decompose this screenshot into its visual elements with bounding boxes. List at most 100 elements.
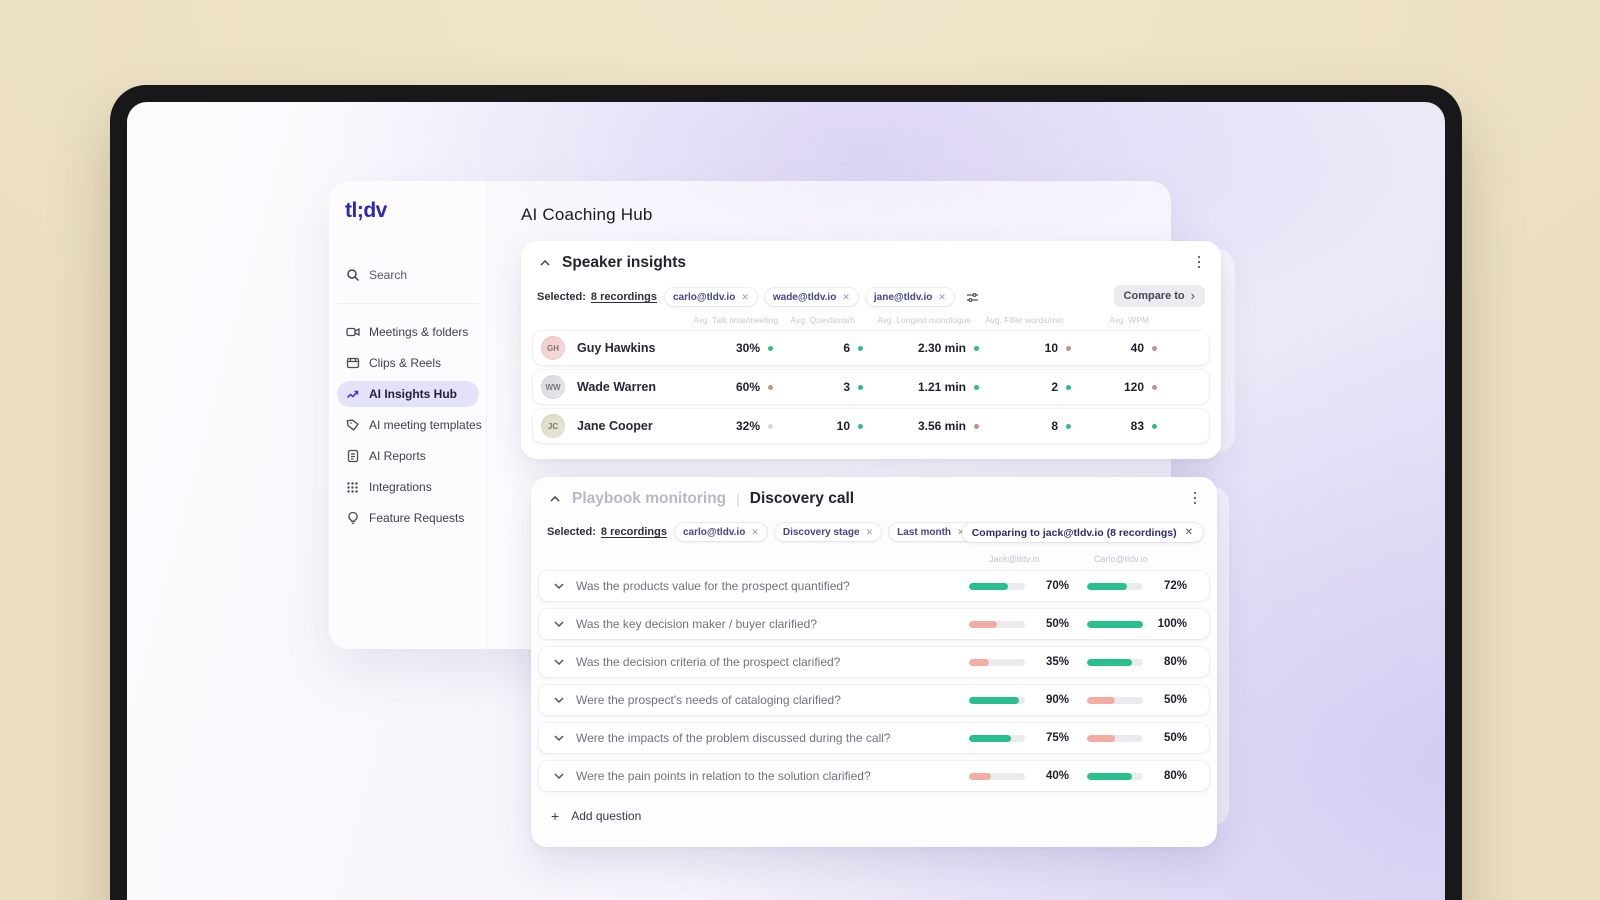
status-dot	[768, 423, 773, 429]
percent-value: 72%	[1163, 580, 1187, 592]
clapperboard-icon	[345, 356, 360, 371]
playbook-question-row[interactable]: Was the products value for the prospect …	[539, 571, 1209, 601]
filter-chip[interactable]: carlo@tldv.io ✕	[674, 523, 767, 541]
chevron-up-icon[interactable]	[537, 256, 552, 271]
playbook-question-row[interactable]: Was the decision criteria of the prospec…	[539, 647, 1209, 677]
metric-cell: 3.56 min	[877, 419, 993, 433]
selected-recordings-link[interactable]: 8 recordings	[601, 526, 667, 538]
playbook-question-row[interactable]: Was the key decision maker / buyer clari…	[539, 609, 1209, 639]
avatar: GH	[541, 336, 565, 360]
sidebar-item-ai-insights-hub[interactable]: AI Insights Hub	[337, 381, 479, 407]
filter-chip[interactable]: wade@tldv.io ✕	[764, 288, 858, 306]
search-input[interactable]: Search	[337, 261, 479, 289]
chevron-down-icon[interactable]	[551, 617, 566, 632]
speaker-table-body: GH Guy Hawkins 30% 6 2.30 min 10 40 WW W…	[533, 331, 1209, 443]
sidebar-item-feature-requests[interactable]: Feature Requests	[337, 505, 479, 531]
grid-dots-icon	[345, 480, 360, 495]
add-question-label: Add question	[571, 809, 642, 823]
metric-cell: 83	[1085, 419, 1171, 433]
metric-cell: 8	[993, 419, 1085, 433]
close-icon[interactable]: ✕	[938, 292, 946, 302]
progress-fill	[1087, 696, 1115, 704]
chevron-down-icon[interactable]	[551, 769, 566, 784]
playbook-question-row[interactable]: Were the impacts of the problem discusse…	[539, 723, 1209, 753]
sidebar-item-ai-reports[interactable]: AI Reports	[337, 443, 479, 469]
close-icon[interactable]: ✕	[842, 292, 850, 302]
chevron-down-icon[interactable]	[551, 579, 566, 594]
playbook-question-row[interactable]: Were the prospect's needs of cataloging …	[539, 685, 1209, 715]
score-bar-jack: 35%	[969, 656, 1069, 668]
progress-fill	[969, 658, 989, 666]
plus-icon: +	[551, 808, 560, 824]
progress-track	[1087, 772, 1143, 780]
speaker-name: Guy Hawkins	[577, 341, 656, 355]
percent-value: 50%	[1163, 694, 1187, 706]
kebab-menu-icon[interactable]	[1187, 489, 1203, 507]
percent-value: 90%	[1045, 694, 1069, 706]
table-row[interactable]: GH Guy Hawkins 30% 6 2.30 min 10 40	[533, 331, 1209, 365]
metric-value: 8	[1051, 419, 1058, 433]
close-icon[interactable]: ✕	[1185, 527, 1193, 538]
filter-chip[interactable]: jane@tldv.io ✕	[865, 288, 954, 306]
score-bar-jack: 90%	[969, 694, 1069, 706]
sidebar-item-label: AI meeting templates	[369, 418, 482, 432]
progress-fill	[969, 620, 997, 628]
filter-chip[interactable]: Last month ✕	[889, 523, 973, 541]
chevron-down-icon[interactable]	[551, 731, 566, 746]
kebab-menu-icon[interactable]	[1191, 253, 1207, 271]
question-text: Was the products value for the prospect …	[576, 579, 850, 593]
chevron-up-icon[interactable]	[547, 492, 562, 507]
score-bar-jack: 40%	[969, 770, 1069, 782]
chevron-down-icon[interactable]	[551, 693, 566, 708]
metric-value: 60%	[735, 380, 760, 394]
speaker-insights-card: Speaker insights Selected: 8 recordings …	[521, 241, 1221, 459]
playbook-questions: Was the products value for the prospect …	[539, 571, 1209, 791]
filter-chip[interactable]: Discovery stage ✕	[774, 523, 882, 541]
status-dot	[858, 384, 863, 390]
metric-value: 3	[843, 380, 850, 394]
filter-icon[interactable]	[966, 292, 979, 303]
metric-value: 3.56 min	[917, 419, 966, 433]
sidebar-item-meetings-folders[interactable]: Meetings & folders	[337, 319, 479, 345]
sidebar-item-ai-meeting-templates[interactable]: AI meeting templates	[337, 412, 482, 438]
compare-to-button[interactable]: Compare to ›	[1113, 285, 1205, 307]
progress-track	[969, 772, 1025, 780]
comparing-to-chip[interactable]: Comparing to jack@tldv.io (8 recordings)…	[961, 523, 1203, 542]
percent-value: 100%	[1157, 618, 1187, 630]
metric-cell: 40	[1085, 341, 1171, 355]
score-bar-carlo: 80%	[1087, 656, 1187, 668]
progress-track	[969, 696, 1025, 704]
progress-fill	[1087, 772, 1132, 780]
add-question-button[interactable]: + Add question	[539, 801, 1209, 831]
report-doc-icon	[345, 449, 360, 464]
sidebar-item-integrations[interactable]: Integrations	[337, 474, 479, 500]
metric-value: 120	[1123, 380, 1144, 394]
filter-chip[interactable]: carlo@tldv.io ✕	[664, 288, 757, 306]
selected-recordings-link[interactable]: 8 recordings	[591, 291, 657, 303]
chip-label: carlo@tldv.io	[672, 291, 736, 303]
status-dot	[858, 423, 863, 429]
laptop-frame: tl;dv Search Meetings & folders Clips & …	[110, 85, 1462, 900]
speaker-name: Wade Warren	[577, 380, 656, 394]
metric-value: 2	[1051, 380, 1058, 394]
playbook-question-row[interactable]: Were the pain points in relation to the …	[539, 761, 1209, 791]
percent-value: 50%	[1163, 732, 1187, 744]
status-dot	[1152, 384, 1157, 390]
table-row[interactable]: JC Jane Cooper 32% 10 3.56 min 8 83	[533, 409, 1209, 443]
table-row[interactable]: WW Wade Warren 60% 3 1.21 min 2 120	[533, 370, 1209, 404]
status-dot	[1152, 345, 1157, 351]
metric-cell: 32%	[701, 419, 787, 433]
video-camera-icon	[345, 325, 360, 340]
chevron-down-icon[interactable]	[551, 655, 566, 670]
metric-value: 10	[836, 419, 850, 433]
score-bar-jack: 70%	[969, 580, 1069, 592]
sidebar-item-label: Meetings & folders	[369, 325, 469, 339]
close-icon[interactable]: ✕	[751, 527, 759, 537]
progress-fill	[969, 582, 1009, 590]
sidebar-item-clips-reels[interactable]: Clips & Reels	[337, 350, 479, 376]
close-icon[interactable]: ✕	[741, 292, 749, 302]
metric-value: 83	[1130, 419, 1144, 433]
close-icon[interactable]: ✕	[866, 527, 874, 537]
sidebar-item-label: Clips & Reels	[369, 356, 442, 370]
trend-chart-icon	[345, 387, 360, 402]
